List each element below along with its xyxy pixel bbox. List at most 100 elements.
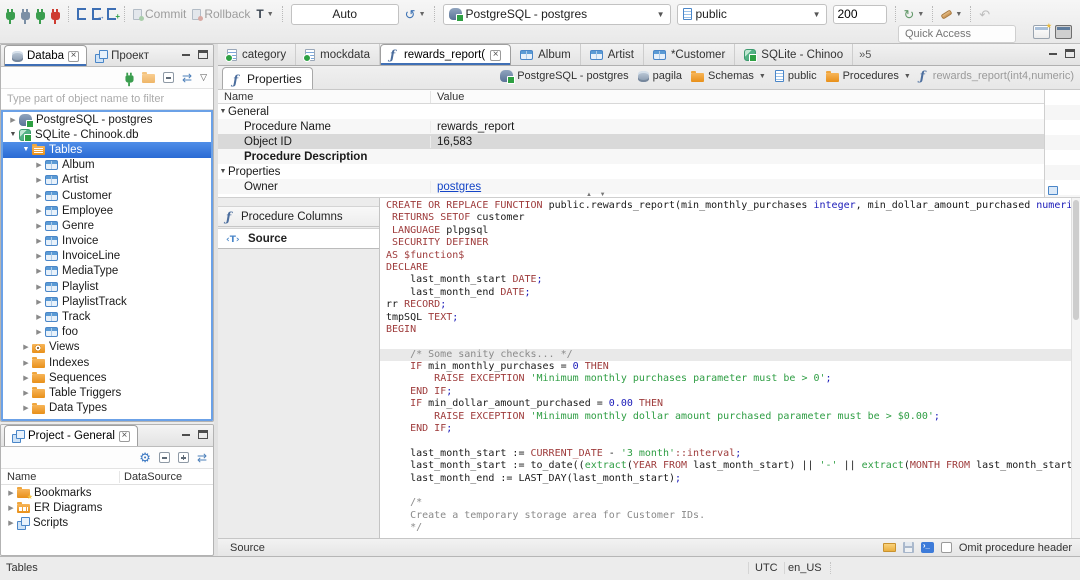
expand-arrow-icon[interactable] [7,116,19,124]
expand-arrow-icon[interactable] [33,192,45,200]
editor-tab-album[interactable]: Album [511,44,581,65]
breadcrumb-item-schemas[interactable]: Schemas ▼ [691,70,766,82]
tree-item-invoice[interactable]: Invoice [3,234,211,249]
minimize-icon[interactable] [1048,49,1058,58]
sash-toggle-icon[interactable] [586,192,609,198]
tree-item-indexes[interactable]: Indexes [3,355,211,370]
expand-arrow-icon[interactable] [33,283,45,291]
new-folder-icon[interactable] [142,72,156,83]
new-connection-icon[interactable] [6,8,15,24]
breadcrumb-item-public[interactable]: public [774,70,817,82]
locale-indicator[interactable]: en_US [788,562,831,574]
tab-project-general[interactable]: Project - General [4,425,138,446]
expand-arrow-icon[interactable] [20,389,32,397]
undo-icon[interactable]: ↶ [979,8,990,21]
editor-tab-mockdata[interactable]: mockdata [296,44,380,65]
collapse-arrow-icon[interactable] [20,146,32,153]
view-menu-icon[interactable]: ▽ [200,72,207,83]
tab-overflow-indicator[interactable]: »5 [853,49,877,61]
editor-tab-rewards-report[interactable]: rewards_report( [379,44,512,65]
tree-item-sqlite-chinook-db[interactable]: SQLite - Chinook.db [3,127,211,142]
expand-arrow-icon[interactable] [33,328,45,336]
connection-select[interactable]: PostgreSQL - postgres ▼ [442,3,671,25]
tree-item-table-triggers[interactable]: Table Triggers [3,385,211,400]
breadcrumb-item-procedures[interactable]: Procedures ▼ [825,70,911,82]
new-connection-icon[interactable] [125,72,134,87]
transaction-mode-select[interactable]: Auto [290,3,399,25]
expand-all-icon[interactable] [177,452,189,463]
database-tree[interactable]: PostgreSQL - postgres SQLite - Chinook.db… [1,110,213,421]
expand-arrow-icon[interactable] [33,161,45,169]
tree-item-mediatype[interactable]: MediaType [3,264,211,279]
tree-item-artist[interactable]: Artist [3,173,211,188]
open-perspective-icon[interactable]: ★ [1033,23,1052,39]
breadcrumb-item-postgresql-postgres[interactable]: PostgreSQL - postgres [500,70,629,84]
collapse-all-icon[interactable] [158,452,170,463]
collapse-arrow-icon[interactable]: ▼ [218,108,228,115]
sql-editor-icon[interactable] [77,8,86,20]
dbeaver-perspective-icon[interactable] [1055,25,1072,39]
tree-item-tables[interactable]: Tables [3,142,211,158]
expand-arrow-icon[interactable] [33,237,45,245]
editor-tab-category[interactable]: category [218,44,297,65]
gear-icon[interactable]: ⚙ [139,451,151,464]
tree-item-track[interactable]: Track [3,309,211,324]
project-item-scripts[interactable]: Scripts [1,515,213,530]
editor-tab-artist[interactable]: Artist [581,44,644,65]
source-editor[interactable]: CREATE OR REPLACE FUNCTION public.reward… [380,198,1080,538]
expand-arrow-icon[interactable] [20,343,32,351]
history-button[interactable]: ↺ ▼ [405,8,426,21]
expand-arrow-icon[interactable] [5,504,17,512]
quick-access-input[interactable] [898,25,1016,43]
property-row-procedure-name[interactable]: Procedure Name rewards_report [218,119,1044,134]
expand-arrow-icon[interactable] [33,176,45,184]
scrollbar[interactable] [1071,198,1080,538]
property-row-general[interactable]: ▼ General [218,104,1044,119]
disconnect-icon[interactable] [51,8,60,24]
close-icon[interactable] [118,430,130,442]
link-editor-icon[interactable]: ⇄ [182,72,192,84]
save-icon[interactable] [902,542,914,553]
new-sql-editor-icon[interactable]: + [107,8,120,21]
tree-item-playlist[interactable]: Playlist [3,279,211,294]
properties-scroll-strip[interactable] [1044,90,1080,197]
tree-item-album[interactable]: Album [3,158,211,173]
editor-tab-sqlite-chinoo[interactable]: SQLite - Chinoo [735,44,854,65]
expand-arrow-icon[interactable] [20,374,32,382]
minimize-icon[interactable] [181,430,191,439]
tab-properties[interactable]: Properties [222,67,313,89]
transaction-log-button[interactable]: T ▼ [256,8,273,20]
editor-tab-customer[interactable]: *Customer [644,44,736,65]
tree-item-genre[interactable]: Genre [3,218,211,233]
console-icon[interactable] [920,541,934,553]
property-row-properties[interactable]: ▼ Properties [218,164,1044,179]
link-editor-icon[interactable]: ⇄ [197,452,207,464]
commit-button[interactable]: Commit [133,7,186,21]
expand-arrow-icon[interactable] [5,519,17,527]
open-sql-script-icon[interactable]: → [92,8,105,21]
chevron-down-icon[interactable]: ▼ [759,73,766,80]
refresh-button[interactable]: ↻ ▼ [904,8,925,21]
side-tab-source[interactable]: Source [218,228,379,249]
omit-header-checkbox[interactable] [940,542,952,553]
collapse-all-icon[interactable] [163,72,175,83]
breadcrumb-item-pagila[interactable]: pagila [637,70,682,82]
project-item-bookmarks[interactable]: Bookmarks [1,485,213,501]
maximize-icon[interactable] [198,50,208,59]
expand-arrow-icon[interactable] [20,404,32,412]
schema-select[interactable]: public ▼ [676,3,827,25]
tree-item-postgresql-postgres[interactable]: PostgreSQL - postgres [3,112,211,128]
expand-arrow-icon[interactable] [33,252,45,260]
minimize-icon[interactable] [181,50,191,59]
erase-button[interactable]: ▼ [940,8,962,20]
collapse-arrow-icon[interactable] [7,131,19,138]
chevron-down-icon[interactable]: ▼ [904,73,911,80]
timezone-indicator[interactable]: UTC [748,562,785,574]
close-icon[interactable] [490,49,502,61]
collapse-arrow-icon[interactable]: ▼ [218,168,228,175]
object-filter-input[interactable] [1,89,213,109]
reconnect-icon[interactable] [36,8,45,24]
property-row-owner[interactable]: Owner postgres [218,179,1044,194]
expand-arrow-icon[interactable] [33,313,45,321]
tab-source-bottom[interactable]: Source [230,542,265,554]
